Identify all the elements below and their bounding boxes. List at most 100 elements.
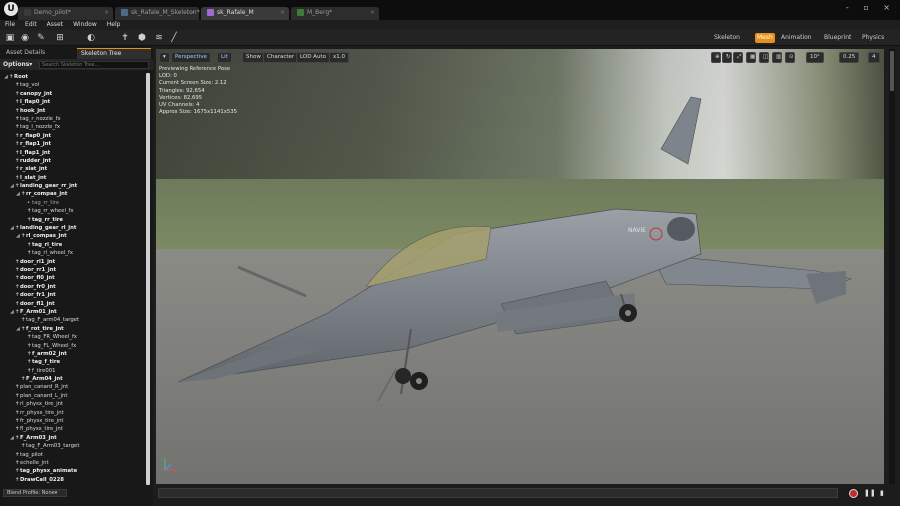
- menu-item-window[interactable]: Window: [68, 20, 102, 29]
- camera-speed-value[interactable]: 4: [868, 52, 880, 63]
- close-tab-icon[interactable]: ×: [104, 9, 109, 16]
- bone-row[interactable]: ✝tag_F_arm04_target: [4, 316, 149, 324]
- bone-row[interactable]: ◢✝landing_gear_rl_jnt: [4, 224, 149, 232]
- tab-asset-details[interactable]: Asset Details: [2, 48, 75, 59]
- editor-tab[interactable]: sk_Rafale_M ×: [201, 7, 289, 20]
- bone-row[interactable]: ◢✝F_Arm03_jnt: [4, 434, 149, 442]
- viewport-button-1[interactable]: Perspective: [171, 52, 211, 63]
- bone-row[interactable]: ✝r_flap1_jnt: [4, 140, 149, 148]
- menu-item-help[interactable]: Help: [102, 20, 126, 29]
- bone-row[interactable]: ✝hook_jnt: [4, 107, 149, 115]
- bone-row[interactable]: ✝tag_FL_Wheel_fx: [4, 342, 149, 350]
- loop-button[interactable]: ▮: [880, 489, 884, 497]
- rotation-snap-value[interactable]: 10°: [806, 52, 824, 63]
- close-tab-icon[interactable]: ×: [370, 9, 375, 16]
- bone-row[interactable]: ✝f_arm02_jnt: [4, 350, 149, 358]
- browse-icon[interactable]: ◉: [20, 33, 30, 43]
- window-controls[interactable]: - ▫ ×: [846, 3, 896, 12]
- bone-row[interactable]: ✝tag_FR_Wheel_fx: [4, 333, 149, 341]
- socket-icon[interactable]: ⬢: [137, 33, 147, 43]
- tab-skeleton-tree[interactable]: Skeleton Tree: [77, 48, 151, 59]
- bone-row[interactable]: ✝tag_rl_tire: [4, 241, 149, 249]
- viewport-tool-icon[interactable]: ▦: [746, 52, 756, 63]
- bone-row[interactable]: ✝fr_physx_tire_jnt: [4, 417, 149, 425]
- bone-row[interactable]: ✝door_rl1_jnt: [4, 258, 149, 266]
- viewport-button-5[interactable]: LOD Auto: [296, 52, 330, 63]
- bone-row[interactable]: ◢✝f_rot_tire_jnt: [4, 325, 149, 333]
- bone-row[interactable]: ✝plan_canard_R_jnt: [4, 383, 149, 391]
- scale-snap-value[interactable]: 0.25: [839, 52, 860, 63]
- bone-row[interactable]: ✝l_flap1_jnt: [4, 149, 149, 157]
- viewport-button-3[interactable]: Show: [242, 52, 265, 63]
- retarget-icon[interactable]: ≋: [154, 33, 164, 43]
- mode-blueprint[interactable]: Blueprint: [822, 33, 853, 43]
- mode-skeleton[interactable]: Skeleton: [712, 33, 742, 43]
- blend-profile-dropdown[interactable]: Blend Profile: None▾: [3, 489, 67, 497]
- tree-scrollbar[interactable]: [146, 73, 150, 485]
- editor-tab[interactable]: sk_Rafale_M_Skeleton* ×: [115, 7, 200, 20]
- pose-icon[interactable]: ╱: [169, 33, 179, 43]
- bone-row[interactable]: ✝tag_vol: [4, 81, 149, 89]
- bone-row[interactable]: ✝canopy_jnt: [4, 90, 149, 98]
- bone-row[interactable]: ✝tag_rr_tire: [4, 216, 149, 224]
- viewport-tool-icon[interactable]: ⤢: [733, 52, 743, 63]
- right-scrollbar[interactable]: [889, 49, 895, 484]
- bone-row[interactable]: ✝tag_r_nozzle_fx: [4, 115, 149, 123]
- search-skeleton-tree-input[interactable]: [39, 61, 149, 69]
- bone-row[interactable]: ✝rl_physx_tire_jnt: [4, 400, 149, 408]
- bone-row[interactable]: ✝door_rr1_jnt: [4, 266, 149, 274]
- bone-row[interactable]: ✝l_slat_jnt: [4, 174, 149, 182]
- viewport-button-0[interactable]: ▾: [159, 52, 170, 63]
- bone-row[interactable]: ✝fl_physx_tire_jnt: [4, 425, 149, 433]
- bone-row[interactable]: ✝DrawCall_0228: [4, 476, 149, 484]
- bone-row[interactable]: ✝F_Arm04_jnt: [4, 375, 149, 383]
- menu-item-asset[interactable]: Asset: [42, 20, 68, 29]
- bone-row[interactable]: ✝l_flap0_jnt: [4, 98, 149, 106]
- bone-row[interactable]: ✝tag_rl_wheel_fx: [4, 249, 149, 257]
- unreal-logo[interactable]: U: [4, 2, 18, 16]
- viewport-button-2[interactable]: Lit: [217, 52, 232, 63]
- bone-row[interactable]: ✝f_tire001: [4, 367, 149, 375]
- bone-row[interactable]: ✝plan_canard_L_jnt: [4, 392, 149, 400]
- viewport-tool-icon[interactable]: ▥: [772, 52, 782, 63]
- editor-tab[interactable]: Demo_pilot* ×: [18, 7, 113, 20]
- bone-row[interactable]: • tag_rr_tire: [4, 199, 149, 207]
- close-tab-icon[interactable]: ×: [190, 9, 195, 16]
- bone-row[interactable]: ◢✝rr_compas_jnt: [4, 190, 149, 198]
- bone-row[interactable]: ◢✝F_Arm01_jnt: [4, 308, 149, 316]
- viewport[interactable]: NAVIE ▾ Perspective Lit Show Character LOD Au…: [156, 49, 884, 484]
- bone-row[interactable]: ✝rudder_jnt: [4, 157, 149, 165]
- close-tab-icon[interactable]: ×: [280, 9, 285, 16]
- editor-tab[interactable]: M_Berg* ×: [291, 7, 379, 20]
- record-button[interactable]: [849, 489, 858, 498]
- mode-physics[interactable]: Physics: [860, 33, 886, 43]
- bone-row[interactable]: ✝door_fl0_jnt: [4, 274, 149, 282]
- bone-row[interactable]: ✝r_flap0_jnt: [4, 132, 149, 140]
- bone-row[interactable]: ✝tag_f_tire: [4, 358, 149, 366]
- tools-icon[interactable]: ✎: [36, 33, 46, 43]
- preview-mesh-icon[interactable]: ◐: [86, 33, 96, 43]
- bone-row[interactable]: ✝echelle_jnt: [4, 459, 149, 467]
- bone-icon[interactable]: ✝: [120, 33, 130, 43]
- make-static-mesh-icon[interactable]: ⊞: [55, 33, 65, 43]
- bone-row[interactable]: ◢✝landing_gear_rr_jnt: [4, 182, 149, 190]
- viewport-tool-icon[interactable]: ↻: [722, 52, 732, 63]
- viewport-tool-icon[interactable]: ⊕: [711, 52, 721, 63]
- mode-animation[interactable]: Animation: [779, 33, 814, 43]
- bone-row[interactable]: ◢✝Root: [4, 73, 149, 81]
- bone-row[interactable]: ✝r_slat_jnt: [4, 165, 149, 173]
- pause-button[interactable]: ❚❚: [864, 489, 876, 497]
- bone-row[interactable]: ✝door_fl1_jnt: [4, 300, 149, 308]
- timeline-scrubber[interactable]: [158, 488, 838, 498]
- bone-row[interactable]: ✝tag_pilot: [4, 451, 149, 459]
- viewport-button-6[interactable]: x1.0: [329, 52, 350, 63]
- mode-mesh[interactable]: Mesh: [755, 33, 775, 43]
- bone-row[interactable]: ✝door_fr1_jnt: [4, 291, 149, 299]
- rafale-jet-model[interactable]: NAVIE: [156, 49, 884, 484]
- viewport-button-4[interactable]: Character: [263, 52, 299, 63]
- menu-item-file[interactable]: File: [0, 20, 20, 29]
- viewport-tool-icon[interactable]: ◫: [759, 52, 769, 63]
- bone-row[interactable]: ◢✝rl_compas_jnt: [4, 232, 149, 240]
- menu-item-edit[interactable]: Edit: [20, 20, 42, 29]
- options-dropdown[interactable]: Options▾: [3, 61, 32, 68]
